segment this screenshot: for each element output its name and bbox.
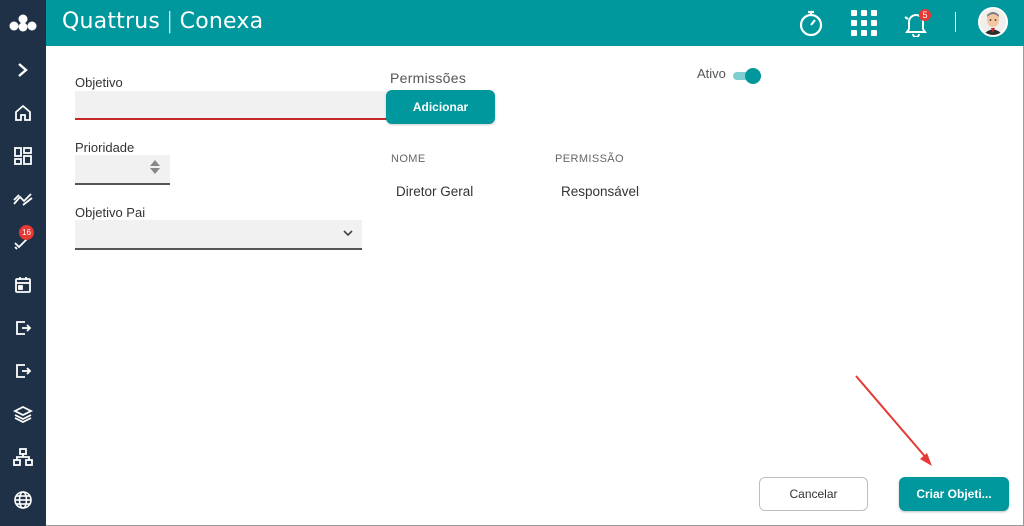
app-title: Quattrus | Conexa: [62, 9, 263, 34]
stepper-down-icon[interactable]: [150, 168, 160, 174]
top-bar: Quattrus | Conexa 5: [0, 0, 1024, 46]
layers-icon: [13, 405, 33, 423]
tasks-badge: 16: [19, 225, 34, 240]
objetivo-pai-select[interactable]: [75, 220, 362, 250]
toggle-knob: [745, 68, 761, 84]
stopwatch-icon[interactable]: [795, 7, 827, 39]
sidebar-item-globe[interactable]: [0, 480, 46, 520]
title-separator: |: [166, 9, 174, 34]
avatar[interactable]: [978, 7, 1008, 37]
sidebar-item-export[interactable]: [0, 308, 46, 348]
row-permissao[interactable]: Responsável: [561, 184, 639, 199]
sidebar-item-hierarchy[interactable]: [0, 437, 46, 477]
notification-badge: 5: [919, 9, 931, 21]
objetivo-pai-label: Objetivo Pai: [75, 205, 146, 220]
sidebar-item-dashboard[interactable]: [0, 136, 46, 176]
sidebar-item-home[interactable]: [0, 93, 46, 133]
header-divider: [955, 12, 956, 32]
notifications-button[interactable]: 5: [900, 7, 932, 39]
sidebar-item-trend[interactable]: [0, 179, 46, 219]
dashboard-icon: [14, 147, 32, 165]
objetivo-label: Objetivo: [75, 75, 123, 90]
adicionar-button[interactable]: Adicionar: [386, 90, 495, 124]
home-icon: [15, 104, 31, 121]
export-icon: [16, 321, 32, 335]
sidebar-item-calendar[interactable]: [0, 265, 46, 305]
annotation-arrow-icon: [855, 375, 932, 466]
prioridade-label: Prioridade: [75, 140, 135, 155]
apps-grid-icon[interactable]: [848, 7, 880, 39]
cancel-button[interactable]: Cancelar: [759, 477, 868, 511]
sidebar-item-layers[interactable]: [0, 394, 46, 434]
create-objective-button[interactable]: Criar Objeti...: [899, 477, 1009, 511]
permissoes-title: Permissões: [390, 70, 467, 86]
column-header-permissao: PERMISSÃO: [555, 153, 625, 165]
stepper-arrows[interactable]: [150, 160, 160, 174]
trend-icon: [13, 193, 33, 206]
globe-icon: [14, 491, 32, 509]
stepper-up-icon[interactable]: [150, 160, 160, 166]
logo-icon[interactable]: [0, 0, 46, 46]
chevron-right-icon: [18, 63, 28, 77]
brand-name: Quattrus: [62, 9, 161, 34]
export-alt-icon: [16, 364, 32, 378]
calendar-icon: [15, 277, 31, 293]
product-name: Conexa: [179, 9, 264, 34]
sidebar-item-export-alt[interactable]: [0, 351, 46, 391]
ativo-toggle[interactable]: [733, 68, 761, 84]
sidebar-expand-button[interactable]: [0, 50, 46, 90]
column-header-nome: NOME: [391, 153, 426, 165]
prioridade-stepper[interactable]: [75, 155, 170, 185]
chevron-down-icon: [343, 230, 353, 237]
sidebar: 16: [0, 46, 46, 526]
row-nome: Diretor Geral: [396, 184, 474, 199]
ativo-label: Ativo: [697, 66, 726, 81]
sidebar-item-tasks[interactable]: 16: [0, 222, 46, 262]
hierarchy-icon: [13, 448, 33, 466]
objetivo-input[interactable]: [75, 91, 387, 120]
